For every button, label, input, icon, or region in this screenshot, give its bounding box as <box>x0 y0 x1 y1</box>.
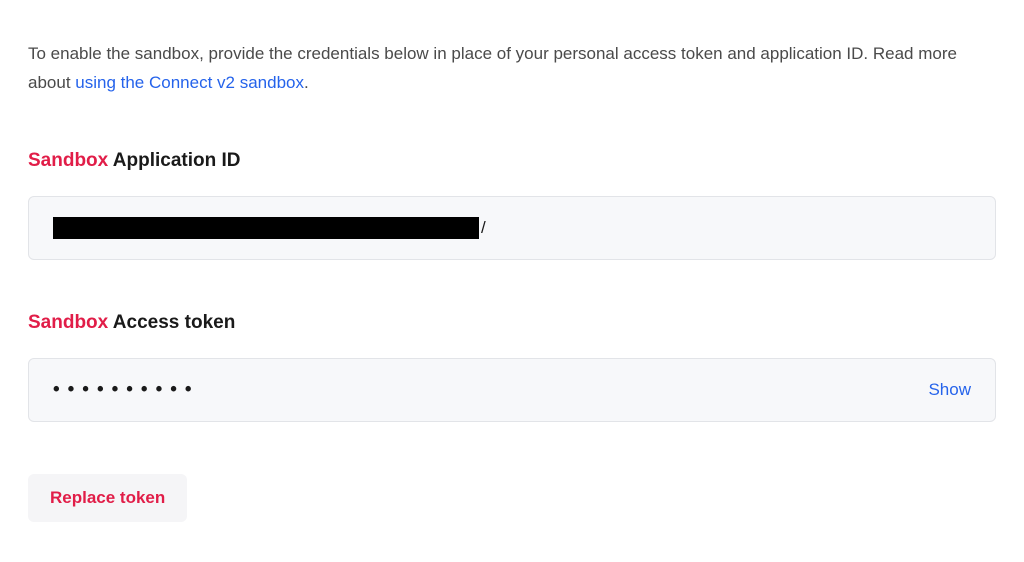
application-id-label: Sandbox Application ID <box>28 150 996 172</box>
intro-paragraph: To enable the sandbox, provide the crede… <box>28 40 996 98</box>
sandbox-docs-link[interactable]: using the Connect v2 sandbox <box>75 73 304 92</box>
sandbox-prefix-text: Sandbox <box>28 150 108 171</box>
app-id-tail-char: / <box>481 218 486 238</box>
access-token-label: Sandbox Access token <box>28 312 996 334</box>
application-id-section: Sandbox Application ID / <box>28 150 996 260</box>
access-token-label-rest: Access token <box>108 312 235 333</box>
access-token-section: Sandbox Access token •••••••••• Show <box>28 312 996 422</box>
application-id-field[interactable]: / <box>28 196 996 260</box>
application-id-label-rest: Application ID <box>108 150 240 171</box>
access-token-field[interactable]: •••••••••• Show <box>28 358 996 422</box>
replace-token-button[interactable]: Replace token <box>28 474 187 522</box>
intro-text-after: . <box>304 73 309 92</box>
show-token-button[interactable]: Show <box>928 380 971 400</box>
sandbox-prefix-text: Sandbox <box>28 312 108 333</box>
redacted-app-id <box>53 217 479 239</box>
masked-token-value: •••••••••• <box>53 379 928 401</box>
